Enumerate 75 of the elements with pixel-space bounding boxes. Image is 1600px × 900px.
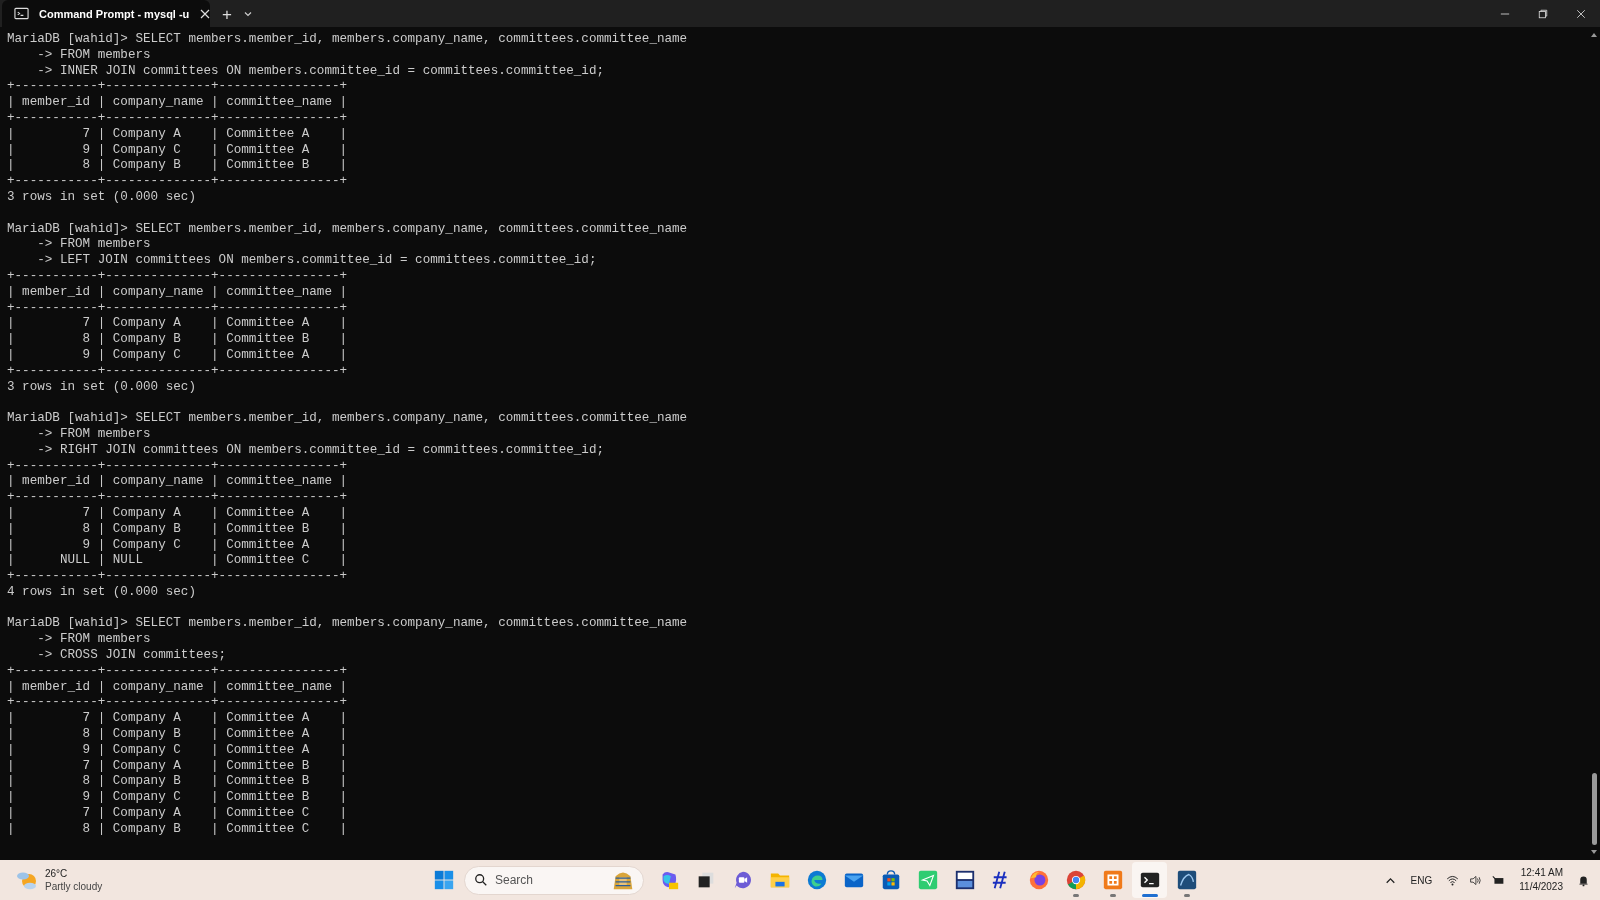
terminal-line: | member_id | company_name | committee_name | [7, 474, 348, 491]
terminal-line: +-----------+--------------+----------------+ [7, 111, 348, 127]
terminal-line: -> FROM members [36, 237, 151, 254]
terminal-line: | 9 | Company C | Committee A | [7, 537, 348, 554]
terminal-line: +-----------+--------------+----------------+ [7, 79, 348, 96]
terminal-line: | 7 | Company A | Committee A | [7, 126, 348, 143]
terminal-line: | 8 | Company B | Committee B | [7, 332, 348, 348]
terminal-line: +-----------+--------------+----------------+ [7, 268, 348, 285]
terminal-line: +-----------+--------------+----------------+ [7, 174, 348, 190]
terminal-line: MariaDB [wahid]> SELECT members.member_id, members.company_name, committees.committee_name [7, 411, 688, 427]
terminal-line: -> CROSS JOIN committees; [36, 648, 227, 664]
terminal-line: -> FROM members [36, 632, 151, 649]
terminal-line: +-----------+--------------+----------------+ [7, 363, 348, 380]
terminal-line: | 8 | Company B | Committee B | [7, 521, 348, 538]
terminal-line: | 7 | Company A | Committee A | [7, 505, 348, 522]
battery-icon[interactable] [1492, 873, 1506, 887]
time-text: 12:41 AM [1520, 866, 1563, 880]
terminal-line: +-----------+--------------+----------------+ [7, 490, 348, 506]
terminal-line: 3 rows in set (0.000 sec) [7, 379, 196, 396]
terminal-line: +-----------+--------------+----------------+ [7, 663, 348, 680]
close-icon[interactable] [1576, 9, 1586, 19]
terminal-line: -> LEFT JOIN committees ON members.committee_id = committees.committee_id; [36, 253, 597, 269]
terminal-line: | member_id | company_name | committee_name | [7, 95, 348, 111]
terminal-line: | 8 | Company B | Committee B | [7, 774, 348, 791]
speaker-icon[interactable] [1469, 873, 1483, 887]
search-icon [474, 873, 488, 887]
terminal-line: | 9 | Company C | Committee A | [7, 347, 348, 364]
terminal-line: | member_id | company_name | committee_name | [7, 679, 348, 696]
terminal-line: +-----------+--------------+----------------+ [7, 569, 348, 585]
terminal-line: | NULL | NULL | Committee C | [7, 553, 348, 570]
terminal-line: +-----------+--------------+----------------+ [7, 458, 348, 475]
terminal-line: | 9 | Company C | Committee A | [7, 142, 348, 159]
terminal-line: MariaDB [wahid]> SELECT members.member_id, members.company_name, committees.committee_name [7, 616, 688, 633]
terminal-line: MariaDB [wahid]> SELECT members.member_id, members.company_name, committees.committee_name [7, 32, 688, 48]
terminal-line: | 8 | Company B | Committee C | [7, 821, 348, 838]
new-tab-button[interactable]: + [216, 2, 238, 27]
terminal-line: -> INNER JOIN committees ON members.committee_id = committees.committee_id; [36, 63, 605, 80]
terminal-line: | 8 | Company B | Committee A | [7, 727, 348, 743]
terminal-line: -> FROM members [36, 426, 151, 443]
clock[interactable]: 12:41 AM 11/4/2023 [1519, 866, 1563, 894]
terminal-line: +-----------+--------------+----------------+ [7, 695, 348, 712]
taskbar-app[interactable] [1132, 862, 1167, 898]
terminal-line: | 7 | Company A | Committee A | [7, 316, 348, 333]
scroll-up-icon[interactable] [1590, 31, 1598, 39]
terminal-line: -> RIGHT JOIN committees ON members.committee_id = committees.committee_id; [36, 442, 605, 459]
weather-text: Partly cloudy [45, 880, 103, 893]
tab[interactable]: Command Prompt - mysql -u [2, 0, 210, 27]
terminal-line: | member_id | company_name | committee_name | [7, 284, 348, 301]
close-icon[interactable] [199, 7, 212, 20]
scroll-down-icon[interactable] [1590, 848, 1598, 856]
terminal-line: +-----------+--------------+----------------+ [7, 300, 348, 317]
chrome-icon [1064, 869, 1087, 891]
windows-logo-icon[interactable] [433, 869, 455, 891]
terminal-line: | 7 | Company A | Committee C | [7, 806, 348, 822]
wifi-icon[interactable] [1446, 873, 1460, 887]
paper-plane-icon [916, 869, 939, 891]
terminal-line: | 7 | Company A | Committee A | [7, 711, 348, 728]
terminal-icon [14, 6, 29, 21]
browser-swirl-icon [805, 869, 828, 891]
terminal-line: 3 rows in set (0.000 sec) [7, 189, 196, 206]
terminal-line: -> FROM members [36, 47, 151, 64]
tab-title: Command Prompt - mysql -u [39, 7, 190, 20]
bell-icon[interactable] [1577, 873, 1590, 887]
terminal-line: | 8 | Company B | Committee B | [7, 158, 348, 175]
restore-icon[interactable] [1538, 9, 1548, 19]
search-field[interactable]: Search [464, 865, 644, 895]
date-text: 11/4/2023 [1519, 880, 1563, 894]
terminal-line: | 7 | Company A | Committee B | [7, 758, 348, 775]
terminal-line: | 9 | Company C | Committee B | [7, 790, 348, 807]
terminal-line: | 9 | Company C | Committee A | [7, 742, 348, 759]
terminal-line: MariaDB [wahid]> SELECT members.member_id, members.company_name, committees.committee_name [7, 221, 688, 238]
language-indicator[interactable]: ENG [1410, 874, 1433, 886]
temperature-text: 26°C [45, 867, 69, 880]
scrollbar-thumb[interactable] [1591, 773, 1597, 845]
terminal-line: 4 rows in set (0.000 sec) [7, 584, 196, 601]
